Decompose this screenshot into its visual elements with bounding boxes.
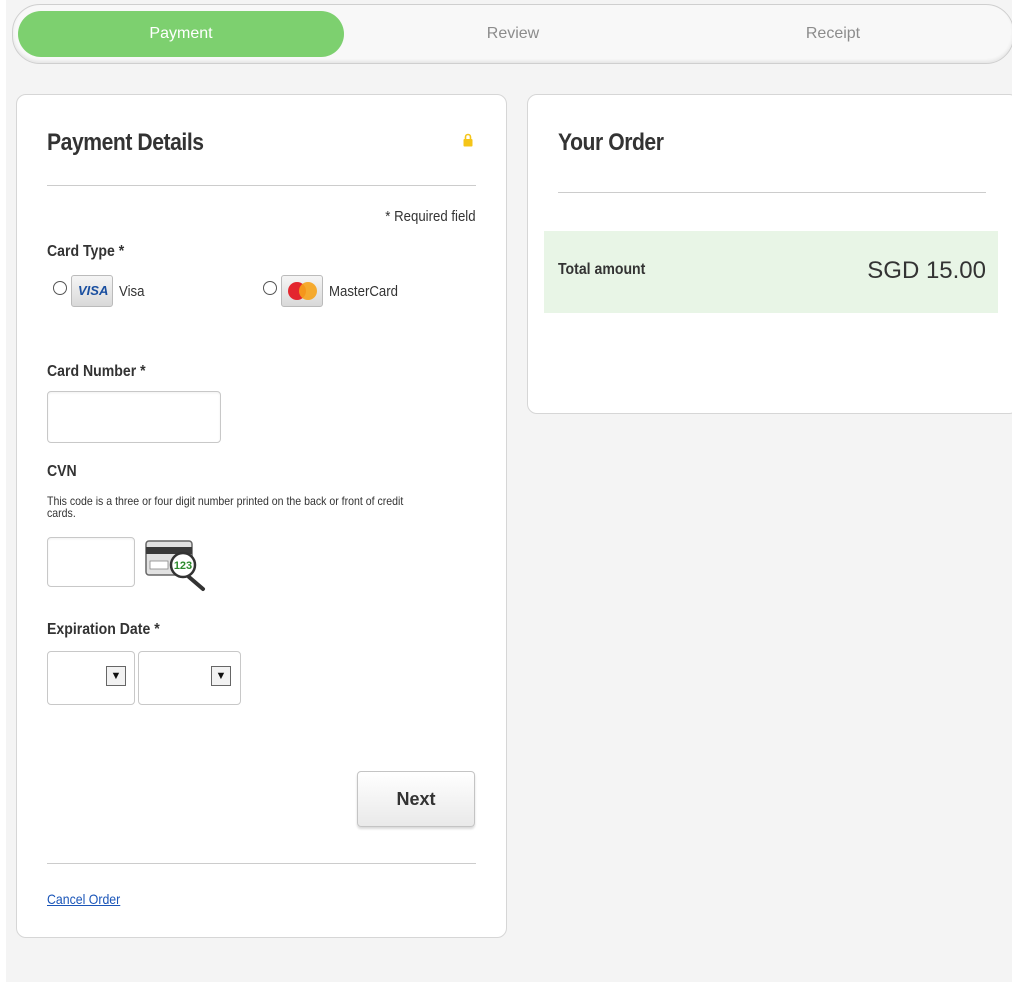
mastercard-label[interactable]: MasterCard bbox=[329, 283, 398, 300]
visa-logo-text: VISA bbox=[78, 283, 109, 298]
cvn-icon-number: 123 bbox=[174, 560, 192, 572]
step-receipt: Receipt bbox=[805, 25, 861, 42]
divider bbox=[47, 185, 476, 186]
expiration-year-select[interactable]: ▼ bbox=[138, 651, 241, 705]
divider bbox=[47, 863, 476, 864]
mastercard-yellow-circle bbox=[299, 282, 317, 300]
chevron-down-icon[interactable]: ▼ bbox=[211, 666, 231, 686]
your-order-card: Your Order Total amount SGD 15.00 bbox=[527, 94, 1012, 414]
cvn-input[interactable] bbox=[47, 537, 135, 587]
step-review: Review bbox=[486, 25, 540, 42]
checkout-steps: Payment Review Receipt bbox=[12, 4, 1012, 64]
divider bbox=[558, 192, 986, 193]
next-button[interactable]: Next bbox=[357, 771, 475, 827]
cvn-label: CVN bbox=[47, 463, 77, 480]
visa-label[interactable]: Visa bbox=[119, 283, 144, 300]
payment-details-title: Payment Details bbox=[47, 129, 204, 156]
total-amount-row: Total amount SGD 15.00 bbox=[544, 231, 998, 313]
card-number-input[interactable] bbox=[47, 391, 221, 443]
visa-radio[interactable] bbox=[53, 281, 67, 295]
card-number-label: Card Number * bbox=[47, 363, 146, 380]
cvn-card-magnifier-icon: 123 bbox=[145, 540, 205, 591]
cvn-help-text: This code is a three or four digit numbe… bbox=[47, 494, 404, 520]
step-payment: Payment bbox=[18, 11, 344, 57]
cancel-order-link[interactable]: Cancel Order bbox=[47, 891, 120, 907]
total-amount-value: SGD 15.00 bbox=[867, 257, 986, 284]
required-field-note: * Required field bbox=[385, 208, 476, 225]
card-type-label: Card Type * bbox=[47, 243, 125, 260]
expiration-month-select[interactable]: ▼ bbox=[47, 651, 135, 705]
mastercard-logo-icon[interactable] bbox=[281, 275, 323, 307]
visa-logo-icon[interactable]: VISA bbox=[71, 275, 113, 307]
payment-details-card: Payment Details * Required field Card Ty… bbox=[16, 94, 507, 938]
your-order-title: Your Order bbox=[558, 129, 664, 156]
expiration-date-label: Expiration Date * bbox=[47, 621, 160, 638]
lock-icon bbox=[463, 133, 473, 147]
chevron-down-icon[interactable]: ▼ bbox=[106, 666, 126, 686]
mastercard-radio[interactable] bbox=[263, 281, 277, 295]
total-amount-label: Total amount bbox=[558, 261, 646, 278]
